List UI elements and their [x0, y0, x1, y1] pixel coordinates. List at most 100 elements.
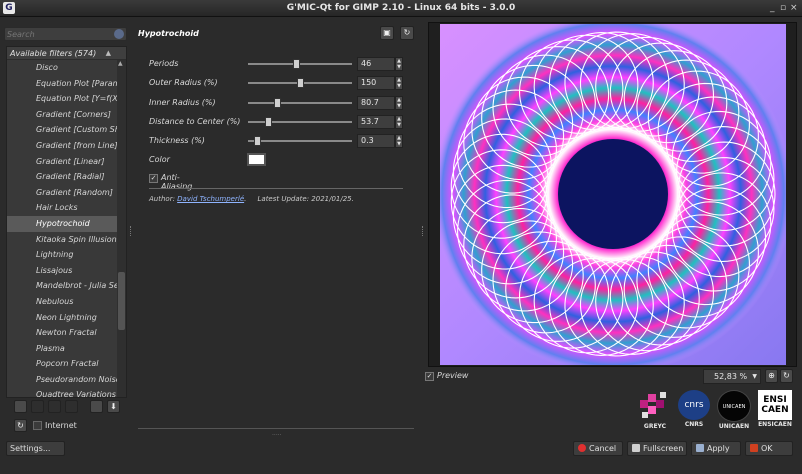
- filter-tree-header[interactable]: Available filters (574) ▲: [7, 47, 126, 60]
- preview-label: Preview: [437, 371, 469, 380]
- filter-item[interactable]: Equation Plot [Parametric]: [7, 76, 126, 92]
- preview-image[interactable]: [440, 24, 786, 365]
- param-value-field[interactable]: 80.7: [357, 96, 395, 110]
- filter-item[interactable]: Equation Plot [Y=f(X)]: [7, 91, 126, 107]
- param-slider[interactable]: [248, 140, 352, 142]
- latest-update: Latest Update: 2021/01/25.: [257, 195, 354, 203]
- scrollbar-thumb[interactable]: [118, 272, 125, 330]
- cancel-icon: [578, 444, 586, 452]
- minimize-icon[interactable]: _: [770, 3, 775, 13]
- param-value-field[interactable]: 0.3: [357, 134, 395, 148]
- param-value-field[interactable]: 46: [357, 57, 395, 71]
- collapse-icon[interactable]: ▲: [106, 47, 111, 60]
- author-suffix: .: [244, 195, 247, 203]
- param-slider[interactable]: [248, 63, 352, 65]
- spinbox-arrows-icon[interactable]: ▲ ▼: [395, 76, 403, 90]
- slider-handle[interactable]: [274, 98, 282, 108]
- preview-checkbox[interactable]: ✓: [425, 372, 434, 381]
- filter-item[interactable]: Gradient [from Line]: [7, 138, 126, 154]
- param-row: Outer Radius (%) 150 ▲ ▼: [149, 76, 409, 90]
- slider-handle[interactable]: [296, 78, 304, 88]
- cancel-label: Cancel: [589, 444, 617, 453]
- refresh-internet-button[interactable]: ↻: [14, 419, 27, 432]
- filter-item[interactable]: Nebulous: [7, 294, 126, 310]
- filter-item[interactable]: Newton Fractal: [7, 325, 126, 341]
- filter-item[interactable]: Disco: [7, 60, 126, 76]
- ok-button[interactable]: OK: [745, 441, 793, 456]
- cancel-button[interactable]: Cancel: [573, 441, 623, 456]
- ensicaen-mark: ENSI CAEN: [758, 390, 792, 420]
- add-fave-button[interactable]: [14, 400, 27, 413]
- reset-zoom-icon[interactable]: ↻: [780, 369, 793, 383]
- filter-item[interactable]: Lightning: [7, 247, 126, 263]
- filter-item[interactable]: Kitaoka Spin Illusion: [7, 232, 126, 248]
- slider-handle[interactable]: [292, 59, 300, 69]
- right-splitter-handle[interactable]: [422, 226, 424, 236]
- copy-command-button[interactable]: ▣: [380, 26, 394, 40]
- maximize-icon[interactable]: ▫: [780, 3, 786, 13]
- filter-item[interactable]: Neon Lightning: [7, 310, 126, 326]
- visibility-button[interactable]: [65, 400, 78, 413]
- search-icon[interactable]: [114, 29, 124, 39]
- zoom-value: 52,83 %: [714, 372, 748, 381]
- remove-fave-button[interactable]: [31, 400, 44, 413]
- resize-grip[interactable]: .....: [272, 430, 282, 437]
- filter-item[interactable]: Quadtree Variations: [7, 387, 126, 397]
- slider-handle[interactable]: [265, 117, 273, 127]
- author-info: Author: David Tschumperlé. Latest Update…: [149, 195, 354, 203]
- filter-item[interactable]: Gradient [Radial]: [7, 169, 126, 185]
- cnrs-mark: cnrs: [678, 390, 710, 420]
- spinbox-arrows-icon[interactable]: ▲ ▼: [395, 96, 403, 110]
- ok-label: OK: [761, 444, 773, 453]
- filter-item[interactable]: Gradient [Corners]: [7, 107, 126, 123]
- rename-fave-button[interactable]: [48, 400, 61, 413]
- spinbox-arrows-icon[interactable]: ▲ ▼: [395, 57, 403, 71]
- filter-item[interactable]: Hypotrochoid: [7, 215, 126, 232]
- slider-handle[interactable]: [253, 136, 261, 146]
- param-slider[interactable]: [248, 121, 352, 123]
- filter-item[interactable]: Popcorn Fractal: [7, 356, 126, 372]
- spinbox-arrows-icon[interactable]: ▲ ▼: [395, 115, 403, 129]
- filter-item[interactable]: Plasma: [7, 341, 126, 357]
- filter-item[interactable]: Hair Locks: [7, 200, 126, 216]
- close-icon[interactable]: ×: [790, 3, 798, 13]
- filter-item[interactable]: Gradient [Linear]: [7, 154, 126, 170]
- ok-icon: [750, 444, 758, 452]
- chevron-down-icon: ▼: [752, 373, 757, 380]
- param-label: Periods: [149, 59, 179, 68]
- preview-controls: ✓ Preview 52,83 % ▼ ⊕ ↻: [425, 369, 797, 385]
- unicaen-logo: UNICAEN UNICAEN: [714, 390, 754, 430]
- unicaen-caption: UNICAEN: [718, 423, 750, 430]
- apply-icon: [696, 444, 704, 452]
- param-slider[interactable]: [248, 102, 352, 104]
- internet-checkbox[interactable]: [33, 421, 42, 430]
- antialias-checkbox[interactable]: ✓: [149, 174, 158, 183]
- apply-button[interactable]: Apply: [691, 441, 741, 456]
- param-row: Thickness (%) 0.3 ▲ ▼: [149, 134, 409, 148]
- filter-item[interactable]: Gradient [Custom Shape]: [7, 122, 126, 138]
- filter-list-scrollbar[interactable]: ▲: [117, 60, 126, 397]
- param-value-field[interactable]: 150: [357, 76, 395, 90]
- fullscreen-button[interactable]: Fullscreen: [627, 441, 687, 456]
- download-icon[interactable]: ⬇: [107, 400, 120, 413]
- filter-item[interactable]: Lissajous: [7, 263, 126, 279]
- param-value-field[interactable]: 53.7: [357, 115, 395, 129]
- zoom-fit-icon[interactable]: ⊕: [765, 369, 778, 383]
- filter-item[interactable]: Mandelbrot - Julia Sets: [7, 278, 126, 294]
- search-input[interactable]: [7, 28, 112, 40]
- expand-collapse-button[interactable]: [90, 400, 103, 413]
- param-separator: [149, 188, 403, 189]
- filter-item[interactable]: Pseudorandom Noise: [7, 372, 126, 388]
- internet-label: Internet: [45, 421, 77, 430]
- spinbox-arrows-icon[interactable]: ▲ ▼: [395, 134, 403, 148]
- settings-button[interactable]: Settings...: [6, 441, 65, 456]
- color-swatch[interactable]: [247, 153, 266, 166]
- filter-item[interactable]: Gradient [Random]: [7, 185, 126, 201]
- scroll-up-icon[interactable]: ▲: [118, 60, 123, 67]
- left-splitter-handle[interactable]: [130, 226, 132, 236]
- window-title: G'MIC-Qt for GIMP 2.10 - Linux 64 bits -…: [286, 3, 516, 13]
- zoom-combo[interactable]: 52,83 % ▼: [703, 369, 761, 384]
- author-link[interactable]: David Tschumperlé: [177, 195, 244, 203]
- param-row: Distance to Center (%) 53.7 ▲ ▼: [149, 115, 409, 129]
- reset-params-button[interactable]: ↻: [400, 26, 414, 40]
